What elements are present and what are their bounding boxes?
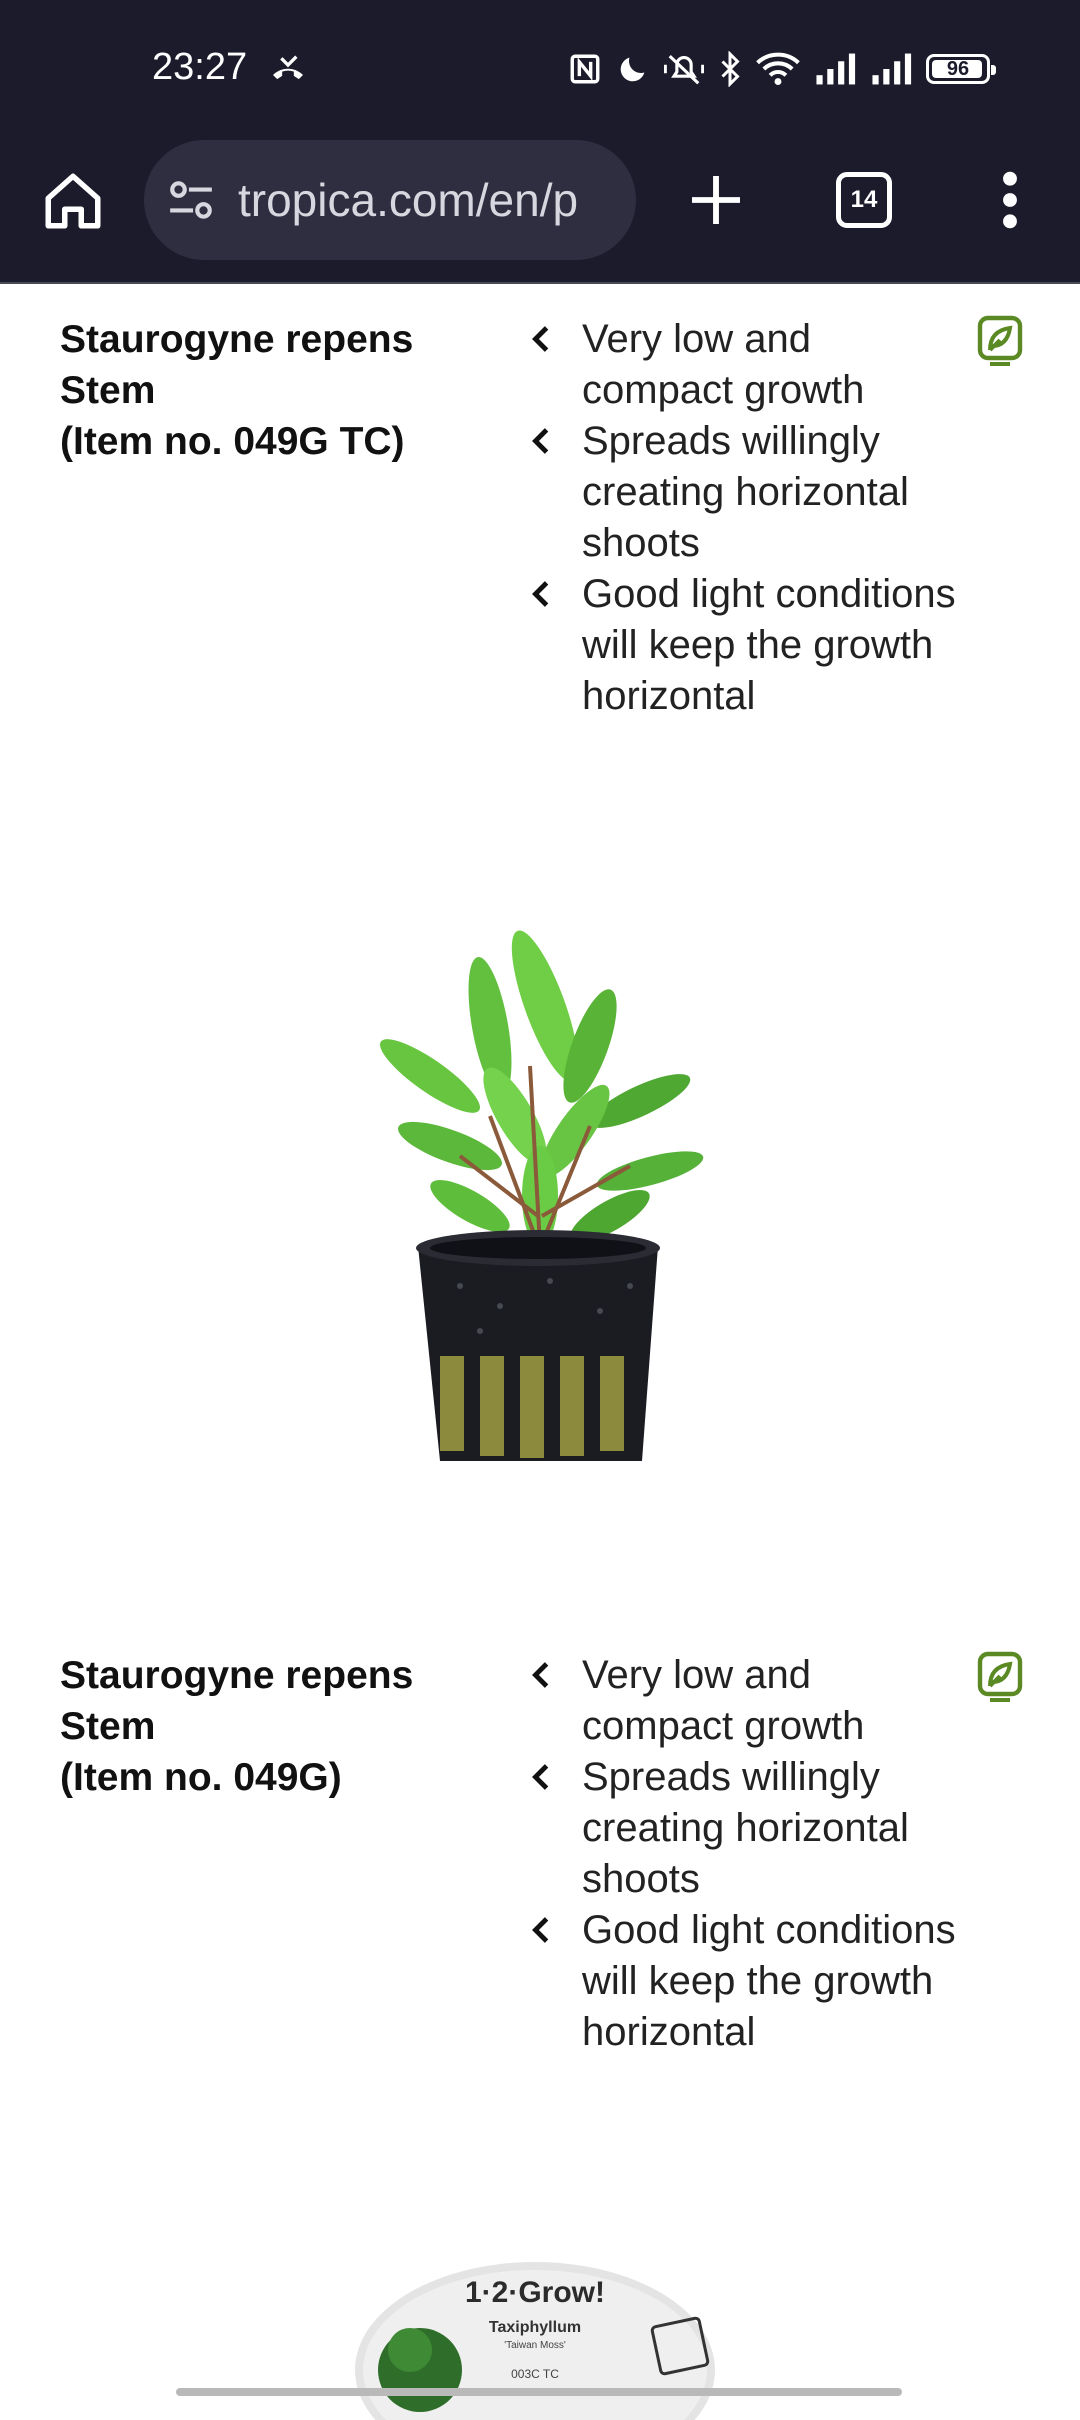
battery-level: 96 [946, 57, 970, 80]
chevron-left-icon [532, 428, 549, 454]
feature-item: Good light conditions will keep the grow… [520, 569, 960, 722]
eco-leaf-icon [977, 315, 1023, 366]
more-vert-icon[interactable] [990, 168, 1030, 232]
url-text[interactable]: tropica.com/en/p [238, 173, 578, 227]
next-product-subname: 'Taiwan Moss' [504, 2340, 566, 2351]
nfc-icon [570, 54, 600, 84]
next-product-name: Taxiphyllum [489, 2319, 581, 2336]
signal-icon [816, 53, 856, 85]
status-icons: 96 [568, 44, 996, 94]
product-title-line: Stem [60, 369, 156, 412]
product-title-line: Stem [60, 1705, 156, 1748]
plus-icon[interactable] [684, 168, 748, 232]
signal-icon [872, 53, 912, 85]
product-title-line: Staurogyne repens [60, 318, 414, 361]
feature-text: Good light conditions will keep the grow… [582, 572, 956, 718]
chevron-left-icon [532, 581, 549, 607]
product-title-line: (Item no. 049G TC) [60, 420, 405, 463]
missed-call-icon [273, 55, 303, 80]
feature-text: Very low and compact growth [582, 317, 865, 412]
feature-list: Very low and compact growth Spreads will… [520, 1650, 960, 2058]
feature-text: Good light conditions will keep the grow… [582, 1908, 956, 2054]
mute-vibrate-icon [664, 55, 704, 85]
chevron-left-icon [532, 1662, 549, 1688]
status-bar: 23:27 96 [0, 0, 1080, 140]
feature-item: Very low and compact growth [520, 314, 960, 416]
wifi-icon [756, 52, 800, 86]
product-image[interactable] [340, 916, 740, 1476]
product-title[interactable]: Staurogyne repens Stem (Item no. 049G TC… [60, 314, 480, 467]
chevron-left-icon [532, 326, 549, 352]
next-product-image[interactable]: 1·2·Grow! Taxiphyllum 'Taiwan Moss' 003C… [350, 2260, 720, 2420]
battery-icon: 96 [926, 54, 996, 84]
feature-list: Very low and compact growth Spreads will… [520, 314, 960, 722]
chevron-left-icon [532, 1917, 549, 1943]
moon-icon [620, 57, 645, 82]
bluetooth-icon [721, 51, 740, 87]
address-bar[interactable]: tropica.com/en/p [144, 140, 636, 260]
product-title-line: Staurogyne repens [60, 1654, 414, 1697]
product-title[interactable]: Staurogyne repens Stem (Item no. 049G) [60, 1650, 480, 1803]
horizontal-scrollbar[interactable] [176, 2388, 902, 2396]
feature-item: Good light conditions will keep the grow… [520, 1905, 960, 2058]
next-product-brand: 1·2·Grow! [465, 2276, 605, 2309]
eco-leaf-icon [977, 1651, 1023, 1702]
browser-toolbar: tropica.com/en/p 14 [0, 140, 1080, 284]
site-settings-icon[interactable] [166, 175, 216, 225]
chevron-left-icon [532, 1764, 549, 1790]
feature-text: Very low and compact growth [582, 1653, 865, 1748]
feature-text: Spreads willingly creating horizontal sh… [582, 1755, 909, 1901]
next-product-code: 003C TC [511, 2367, 559, 2381]
feature-item: Very low and compact growth [520, 1650, 960, 1752]
feature-item: Spreads willingly creating horizontal sh… [520, 1752, 960, 1905]
home-icon[interactable] [40, 168, 106, 234]
feature-item: Spreads willingly creating horizontal sh… [520, 416, 960, 569]
tab-switcher-icon[interactable]: 14 [836, 172, 892, 228]
tab-count: 14 [850, 186, 878, 213]
feature-text: Spreads willingly creating horizontal sh… [582, 419, 909, 565]
status-time: 23:27 [152, 46, 248, 88]
product-title-line: (Item no. 049G) [60, 1756, 342, 1799]
